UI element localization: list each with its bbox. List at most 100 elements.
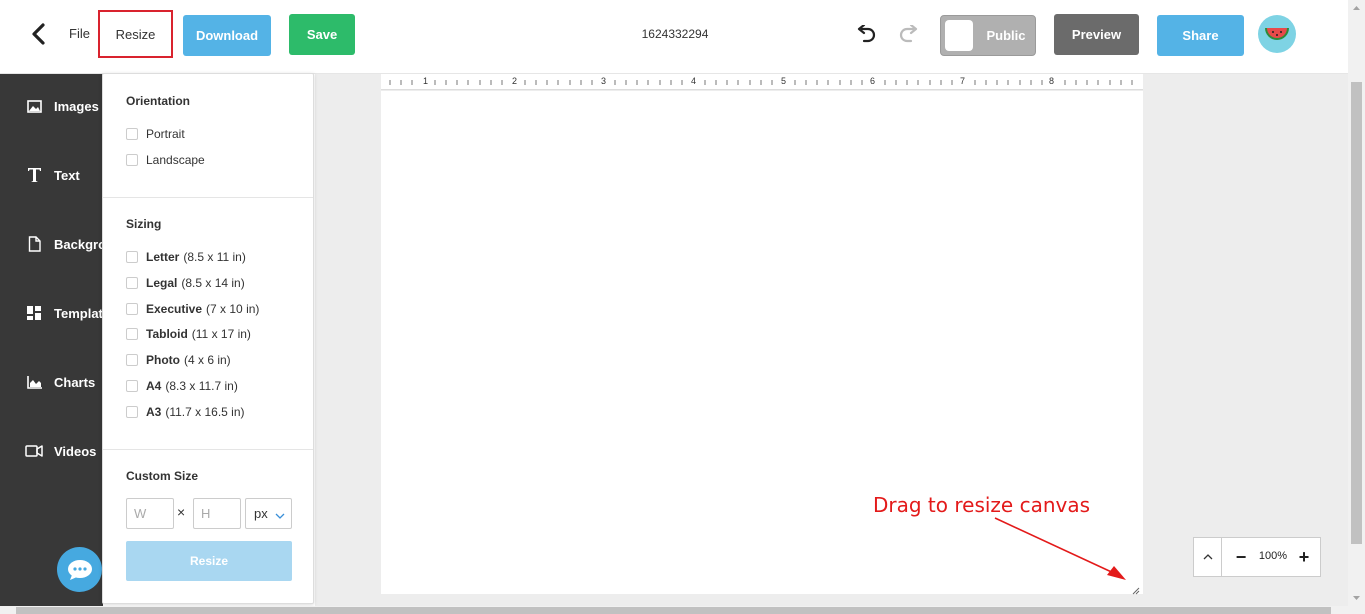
document-title[interactable]: 1624332294 xyxy=(600,27,750,41)
custom-size-heading: Custom Size xyxy=(126,469,199,483)
size-dims: (8.5 x 14 in) xyxy=(181,276,245,290)
download-button[interactable]: Download xyxy=(183,15,271,56)
divider xyxy=(103,197,313,198)
checkbox[interactable] xyxy=(126,154,138,166)
size-a4[interactable]: A4 (8.3 x 11.7 in) xyxy=(126,377,238,395)
chat-button[interactable] xyxy=(57,547,102,592)
checkbox[interactable] xyxy=(126,277,138,289)
sidebar-item-label: Text xyxy=(54,167,80,183)
ruler-number: 5 xyxy=(781,76,787,86)
size-name: Tabloid xyxy=(146,327,188,341)
sidebar-item-label: Videos xyxy=(54,443,97,459)
scroll-down-icon[interactable] xyxy=(1348,592,1365,604)
size-dims: (4 x 6 in) xyxy=(184,353,231,367)
video-icon xyxy=(25,442,43,460)
scroll-up-icon[interactable] xyxy=(1348,2,1365,14)
chart-icon xyxy=(25,373,43,391)
redo-icon[interactable] xyxy=(896,22,922,48)
unit-value: px xyxy=(254,506,268,521)
checkbox[interactable] xyxy=(126,380,138,392)
chevron-up-icon[interactable] xyxy=(1194,538,1222,576)
annotation-arrow-icon xyxy=(994,517,1126,580)
orientation-heading: Orientation xyxy=(126,94,191,108)
preview-button[interactable]: Preview xyxy=(1054,14,1139,55)
chevron-down-icon xyxy=(275,507,285,522)
times-symbol: × xyxy=(177,504,186,520)
size-dims: (7 x 10 in) xyxy=(206,302,260,316)
avatar[interactable] xyxy=(1258,15,1296,53)
checkbox[interactable] xyxy=(126,354,138,366)
annotation-label: Drag to resize canvas xyxy=(873,493,1091,517)
size-dims: (11.7 x 16.5 in) xyxy=(165,405,245,419)
option-label: Landscape xyxy=(146,153,205,167)
chat-bubble-icon xyxy=(67,559,92,580)
size-executive[interactable]: Executive (7 x 10 in) xyxy=(126,300,259,318)
file-icon xyxy=(25,235,43,253)
zoom-level: 100% xyxy=(1258,550,1288,562)
sidebar-item-background[interactable]: Backgrou xyxy=(0,224,114,264)
sidebar-item-text[interactable]: Text xyxy=(0,155,103,195)
back-arrow-icon[interactable] xyxy=(25,20,51,48)
size-tabloid[interactable]: Tabloid (11 x 17 in) xyxy=(126,325,251,343)
sidebar-item-label: Images xyxy=(54,98,99,114)
unit-select[interactable]: px xyxy=(245,498,292,529)
image-icon xyxy=(25,97,43,115)
width-input[interactable]: W xyxy=(126,498,174,529)
ruler-number: 7 xyxy=(960,76,966,86)
checkbox[interactable] xyxy=(126,128,138,140)
resize-dropdown: Orientation Portrait Landscape Sizing Le… xyxy=(102,73,314,604)
size-photo[interactable]: Photo (4 x 6 in) xyxy=(126,351,231,369)
grid-icon xyxy=(25,304,43,322)
zoom-in-button[interactable]: + xyxy=(1293,546,1315,568)
height-input[interactable]: H xyxy=(193,498,241,529)
sidebar-item-images[interactable]: Images xyxy=(0,86,103,126)
size-name: A3 xyxy=(146,405,162,419)
share-button[interactable]: Share xyxy=(1157,15,1244,56)
ruler-number: 3 xyxy=(601,76,607,86)
horizontal-ruler: 1 2 3 4 5 6 7 8 xyxy=(381,74,1143,90)
zoom-control: − 100% + xyxy=(1193,537,1321,577)
resize-grip-icon[interactable] xyxy=(1132,582,1140,595)
size-name: Letter xyxy=(146,250,180,264)
sizing-heading: Sizing xyxy=(126,217,162,231)
checkbox[interactable] xyxy=(126,303,138,315)
size-name: Executive xyxy=(146,302,203,316)
sidebar-item-label: Charts xyxy=(54,374,96,390)
ruler-number: 2 xyxy=(512,76,518,86)
size-legal[interactable]: Legal (8.5 x 14 in) xyxy=(126,274,245,292)
sidebar-item-templates[interactable]: Template xyxy=(0,293,110,333)
sidebar-item-videos[interactable]: Videos xyxy=(0,431,103,471)
size-letter[interactable]: Letter (8.5 x 11 in) xyxy=(126,248,246,266)
zoom-out-button[interactable]: − xyxy=(1230,546,1252,568)
text-icon xyxy=(25,166,43,184)
size-dims: (8.5 x 11 in) xyxy=(183,250,246,264)
resize-menu[interactable]: Resize xyxy=(98,10,173,58)
horizontal-scroll-thumb[interactable] xyxy=(16,607,1331,614)
left-sidebar: Images Text Backgrou Template Charts Vid… xyxy=(0,74,114,606)
size-dims: (11 x 17 in) xyxy=(191,327,251,341)
ruler-number: 8 xyxy=(1049,76,1055,86)
public-label: Public xyxy=(986,28,1026,43)
public-toggle[interactable]: Public xyxy=(940,15,1036,56)
size-dims: (8.3 x 11.7 in) xyxy=(165,379,238,393)
option-label: Portrait xyxy=(146,127,185,141)
checkbox[interactable] xyxy=(126,406,138,418)
vertical-scroll-thumb[interactable] xyxy=(1351,82,1362,544)
ruler-number: 4 xyxy=(691,76,697,86)
divider xyxy=(103,449,313,450)
save-button[interactable]: Save xyxy=(289,14,355,55)
resize-button[interactable]: Resize xyxy=(126,541,292,581)
ruler-ticks xyxy=(389,80,1133,85)
file-menu[interactable]: File xyxy=(69,26,90,41)
size-a3[interactable]: A3 (11.7 x 16.5 in) xyxy=(126,403,245,421)
orientation-landscape[interactable]: Landscape xyxy=(126,151,205,169)
toggle-knob xyxy=(945,20,973,51)
watermelon-icon xyxy=(1265,28,1289,40)
checkbox[interactable] xyxy=(126,328,138,340)
sidebar-item-charts[interactable]: Charts xyxy=(0,362,103,402)
undo-icon[interactable] xyxy=(853,22,879,48)
orientation-portrait[interactable]: Portrait xyxy=(126,125,185,143)
ruler-number: 1 xyxy=(423,76,429,86)
size-name: Legal xyxy=(146,276,178,290)
checkbox[interactable] xyxy=(126,251,138,263)
